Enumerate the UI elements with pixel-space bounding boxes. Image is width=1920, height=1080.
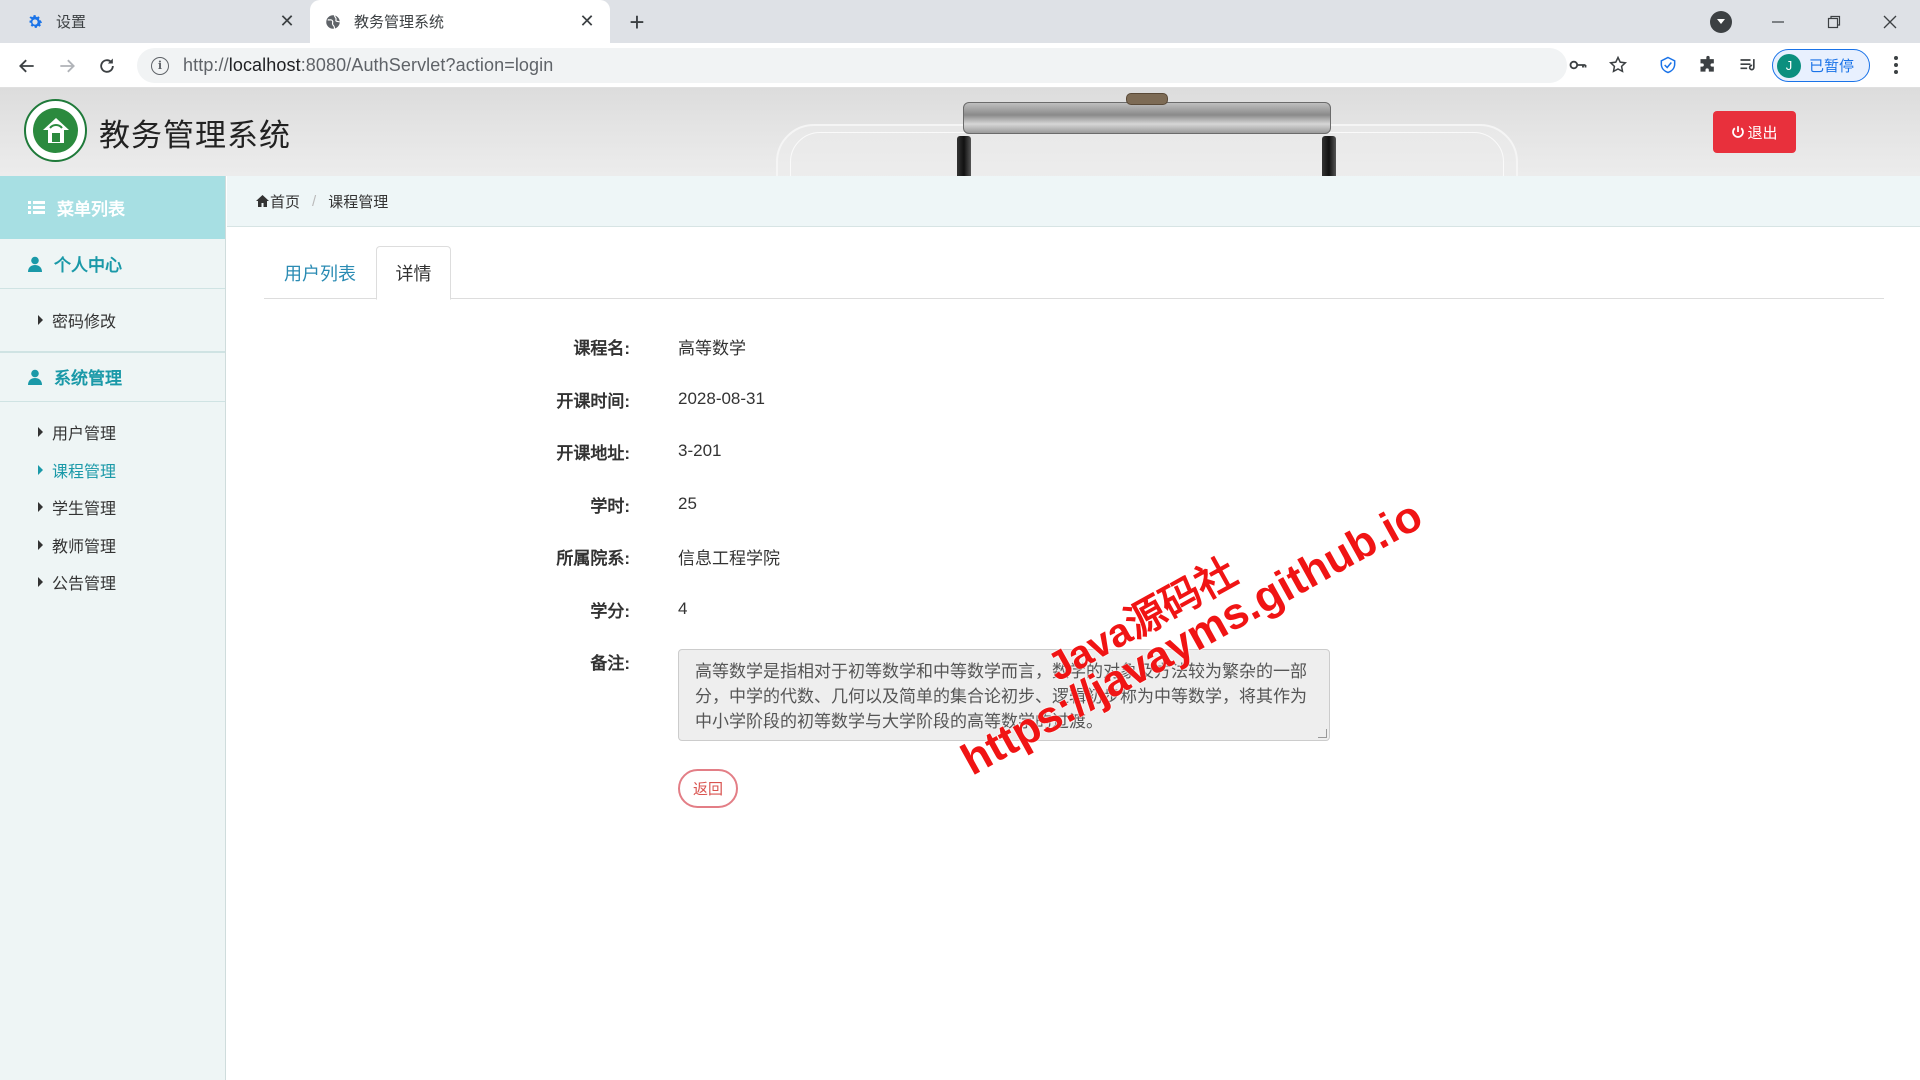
- sidebar-item-students[interactable]: 学生管理: [0, 489, 225, 527]
- sidebar-item-teachers[interactable]: 教师管理: [0, 526, 225, 564]
- field-label: 课程名:: [573, 338, 630, 358]
- field-value: 4: [678, 599, 688, 618]
- field-row-credits: 学分: 4: [480, 594, 687, 624]
- forward-arrow-icon[interactable]: [54, 53, 80, 79]
- minimize-icon[interactable]: [1750, 0, 1806, 43]
- field-row-location: 开课地址: 3-201: [480, 436, 721, 466]
- sidebar-group-system[interactable]: 系统管理: [0, 351, 225, 402]
- sidebar-item-users[interactable]: 用户管理: [0, 414, 225, 452]
- key-icon[interactable]: [1566, 53, 1590, 77]
- browser-tab-strip: 设置 ✕ 教务管理系统 ✕ +: [0, 0, 1920, 43]
- browser-tab-settings[interactable]: 设置 ✕: [0, 0, 310, 43]
- app-title: 教务管理系统: [99, 118, 291, 153]
- sidebar-menu-title: 菜单列表: [0, 176, 225, 239]
- caret-right-icon: [38, 577, 43, 588]
- globe-icon: [324, 13, 342, 31]
- browser-toolbar: i http://localhost:8080/AuthServlet?acti…: [0, 43, 1920, 88]
- caret-right-icon: [38, 502, 43, 513]
- address-url: http://localhost:8080/AuthServlet?action…: [183, 55, 554, 75]
- field-value: 信息工程学院: [678, 548, 780, 568]
- field-value: 高等数学: [678, 338, 746, 358]
- avatar: J: [1777, 53, 1801, 78]
- sidebar-list-personal: 密码修改: [0, 289, 225, 352]
- breadcrumb: 首页 / 课程管理: [227, 176, 1920, 227]
- remark-textarea[interactable]: 高等数学是指相对于初等数学和中等数学而言，数学的对象及方法较为繁杂的一部分，中学…: [678, 649, 1330, 741]
- sidebar-group-personal[interactable]: 个人中心: [0, 239, 225, 289]
- caret-right-icon: [38, 314, 43, 325]
- university-logo: [24, 99, 87, 162]
- sidebar-item-password[interactable]: 密码修改: [0, 301, 225, 339]
- site-info-icon[interactable]: i: [151, 56, 169, 75]
- new-tab-button[interactable]: +: [624, 9, 650, 35]
- user-icon: [28, 369, 42, 385]
- breadcrumb-separator: /: [312, 192, 317, 210]
- user-icon: [28, 256, 42, 272]
- page-tabs: 用户列表 详情: [264, 246, 1884, 300]
- home-icon: [256, 195, 269, 207]
- back-button[interactable]: 返回: [678, 769, 738, 808]
- back-arrow-icon[interactable]: [14, 53, 40, 79]
- reload-icon[interactable]: [94, 53, 120, 79]
- gear-icon: [26, 13, 44, 31]
- extension-shield-icon[interactable]: [1656, 53, 1680, 77]
- sidebar-item-notices[interactable]: 公告管理: [0, 564, 225, 602]
- close-window-icon[interactable]: [1862, 0, 1918, 43]
- field-label: 开课地址:: [556, 443, 630, 463]
- power-icon: [1731, 125, 1745, 139]
- media-queue-icon[interactable]: [1736, 53, 1760, 77]
- app-header: 教务管理系统 退出: [0, 88, 1920, 176]
- close-tab-icon[interactable]: ✕: [278, 11, 296, 31]
- sidebar: 菜单列表 个人中心 密码修改 系统管理 用户管理 课程管理 学生管理 教师管理 …: [0, 176, 226, 1080]
- watermark-line-2: https://javayms.github.io: [953, 490, 1431, 785]
- field-value: 3-201: [678, 441, 722, 460]
- field-row-remark: 备注:: [480, 646, 630, 676]
- sidebar-item-courses[interactable]: 课程管理: [0, 451, 225, 489]
- field-row-start-time: 开课时间: 2028-08-31: [480, 384, 765, 414]
- tab-user-list[interactable]: 用户列表: [264, 246, 376, 299]
- address-bar[interactable]: i http://localhost:8080/AuthServlet?acti…: [137, 48, 1567, 83]
- breadcrumb-current: 课程管理: [328, 193, 389, 211]
- caret-right-icon: [38, 464, 43, 475]
- resize-handle-icon[interactable]: [1318, 729, 1327, 738]
- caret-right-icon: [38, 427, 43, 438]
- tab-detail[interactable]: 详情: [376, 246, 451, 300]
- field-row-course-name: 课程名: 高等数学: [480, 331, 746, 361]
- field-label: 开课时间:: [556, 391, 630, 411]
- browser-tab-title: 设置: [56, 14, 87, 31]
- sidebar-list-system: 用户管理 课程管理 学生管理 教师管理 公告管理: [0, 402, 225, 614]
- close-tab-icon[interactable]: ✕: [578, 11, 596, 31]
- browser-tab-app[interactable]: 教务管理系统 ✕: [310, 0, 610, 43]
- bookmark-star-icon[interactable]: [1606, 53, 1630, 77]
- extensions-puzzle-icon[interactable]: [1696, 53, 1720, 77]
- field-value: 2028-08-31: [678, 389, 765, 408]
- logout-button[interactable]: 退出: [1713, 111, 1796, 153]
- breadcrumb-home[interactable]: 首页: [256, 191, 300, 212]
- caret-right-icon: [38, 539, 43, 550]
- field-label: 学分:: [590, 601, 630, 621]
- profile-status: 已暂停: [1809, 58, 1855, 75]
- browser-tab-title: 教务管理系统: [354, 14, 445, 31]
- logout-label: 退出: [1747, 124, 1778, 142]
- list-icon: [28, 200, 45, 215]
- field-label: 学时:: [590, 496, 630, 516]
- field-label: 所属院系:: [556, 548, 630, 568]
- more-menu-icon[interactable]: [1884, 53, 1908, 77]
- field-row-department: 所属院系: 信息工程学院: [480, 541, 780, 571]
- field-label: 备注:: [590, 653, 630, 673]
- field-row-hours: 学时: 25: [480, 489, 697, 519]
- profile-button[interactable]: J 已暂停: [1772, 49, 1870, 82]
- field-value: 25: [678, 494, 697, 513]
- tab-search-icon[interactable]: [1710, 11, 1732, 33]
- restore-icon[interactable]: [1806, 0, 1862, 43]
